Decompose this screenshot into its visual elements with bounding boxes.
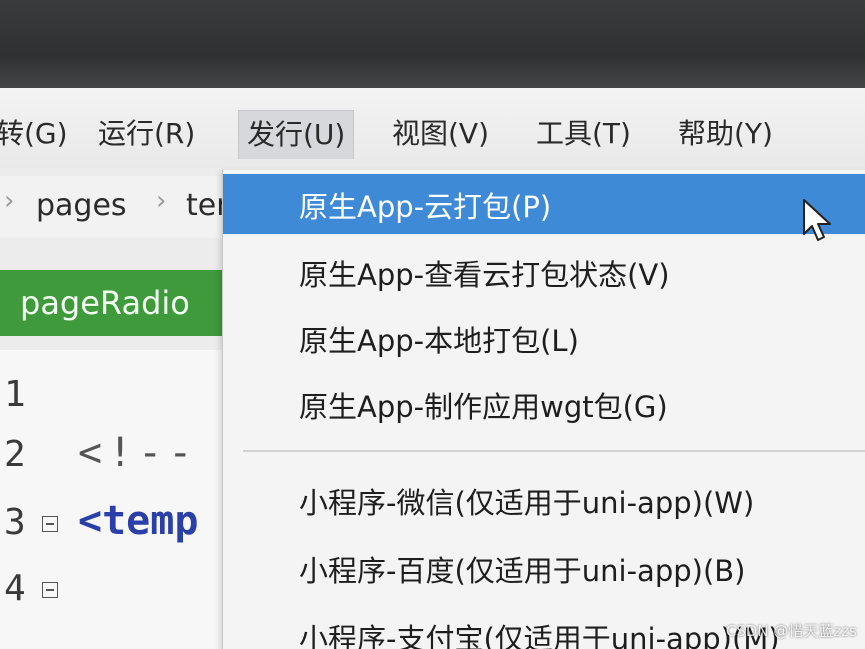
- menu-item-label: 原生App-查看云打包状态(V): [299, 258, 670, 292]
- mouse-pointer-icon: [803, 199, 831, 241]
- breadcrumb: › pages › ter: [0, 176, 240, 238]
- menu-item-cloud-package-status[interactable]: 原生App-查看云打包状态(V): [223, 242, 865, 302]
- menu-view[interactable]: 视图(V): [392, 110, 489, 158]
- editor-line: 2 <!--: [0, 430, 240, 490]
- menu-item-label: 原生App-云打包(P): [299, 190, 552, 224]
- editor-line: 3 <temp: [0, 498, 240, 558]
- line-number: 3: [4, 502, 26, 543]
- menu-tools[interactable]: 工具(T): [536, 110, 631, 158]
- fold-toggle-icon[interactable]: [42, 516, 58, 532]
- menu-bar: 转(G) 运行(R) 发行(U) 视图(V) 工具(T) 帮助(Y): [0, 88, 865, 168]
- menu-item-mp-weixin[interactable]: 小程序-微信(仅适用于uni-app)(W): [223, 470, 865, 530]
- breadcrumb-item-pages[interactable]: pages: [36, 188, 127, 223]
- line-number: 2: [4, 434, 26, 475]
- line-number: 1: [4, 374, 26, 415]
- menu-run[interactable]: 运行(R): [98, 110, 195, 158]
- menu-publish[interactable]: 发行(U): [238, 110, 355, 159]
- chevron-right-icon: ›: [156, 186, 167, 216]
- menu-item-wgt-package[interactable]: 原生App-制作应用wgt包(G): [223, 374, 865, 434]
- code-editor[interactable]: 1 2 <!-- 3 <temp 4: [0, 350, 240, 649]
- menu-help[interactable]: 帮助(Y): [678, 110, 773, 158]
- watermark: CSDN @惜天蓝zzs: [725, 622, 857, 640]
- tab-page-radio[interactable]: pageRadio: [0, 270, 222, 336]
- publish-dropdown-menu: 原生App-云打包(P) 原生App-查看云打包状态(V) 原生App-本地打包…: [222, 170, 865, 649]
- menu-item-cloud-package[interactable]: 原生App-云打包(P): [223, 174, 865, 234]
- menu-item-label: 小程序-支付宝(仅适用于uni-app)(M): [299, 622, 780, 649]
- menu-goto[interactable]: 转(G): [0, 110, 68, 158]
- tab-label: pageRadio: [20, 284, 190, 322]
- menu-item-local-package[interactable]: 原生App-本地打包(L): [223, 308, 865, 368]
- menu-item-mp-baidu[interactable]: 小程序-百度(仅适用于uni-app)(B): [223, 538, 865, 598]
- code-text: <temp: [78, 498, 199, 544]
- editor-line: 1: [0, 370, 240, 430]
- monitor-bezel: [0, 0, 865, 92]
- menu-item-label: 小程序-微信(仅适用于uni-app)(W): [299, 486, 755, 520]
- chevron-right-icon: ›: [4, 186, 15, 216]
- code-text: <!--: [78, 430, 199, 476]
- fold-toggle-icon[interactable]: [42, 582, 58, 598]
- menu-item-label: 原生App-本地打包(L): [299, 324, 579, 358]
- editor-line: 4: [0, 564, 240, 624]
- line-number: 4: [4, 568, 26, 609]
- menu-divider: [243, 450, 865, 452]
- menu-item-label: 原生App-制作应用wgt包(G): [299, 390, 668, 424]
- menu-item-label: 小程序-百度(仅适用于uni-app)(B): [299, 554, 746, 588]
- app-window: 转(G) 运行(R) 发行(U) 视图(V) 工具(T) 帮助(Y) › pag…: [0, 88, 865, 649]
